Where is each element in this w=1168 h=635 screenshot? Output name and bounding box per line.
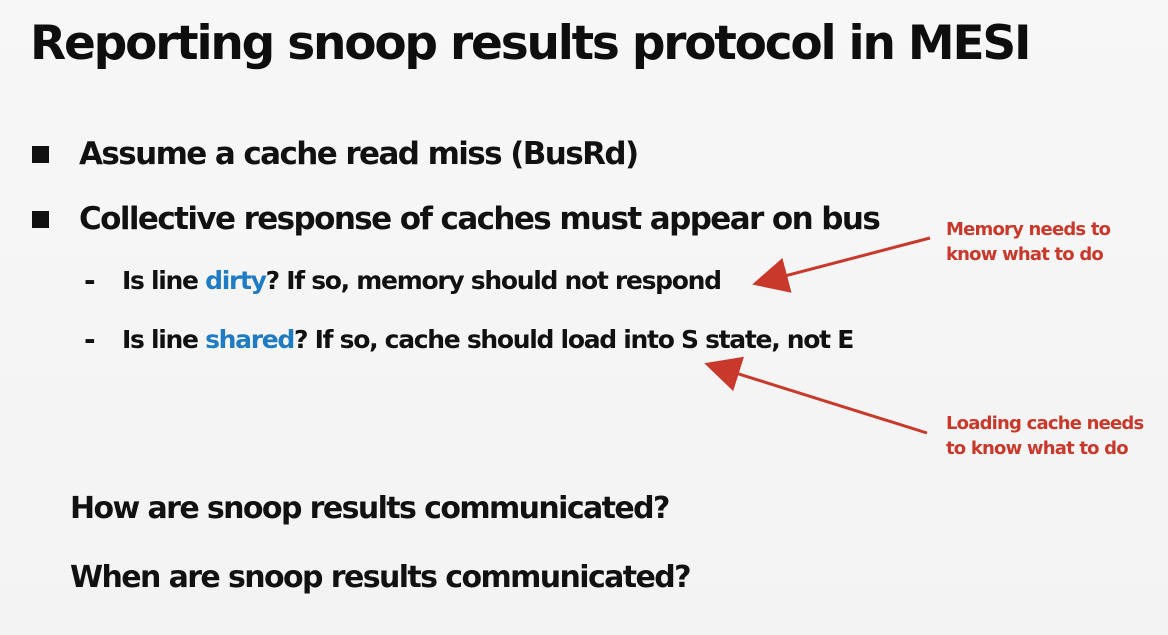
- bullet-2-text: Collective response of caches must appea…: [79, 201, 881, 237]
- subbullet-2-text: Is line shared? If so, cache should load…: [122, 325, 854, 355]
- annotation-loading-cache-line-2: to know what to do: [946, 437, 1129, 459]
- subbullet-1-text: Is line dirty? If so, memory should not …: [122, 266, 722, 296]
- annotation-memory-line-1: Memory needs to: [946, 219, 1111, 240]
- annotation-arrows: [704, 236, 931, 435]
- annotation-loading-cache-line-1: Loading cache needs: [946, 413, 1144, 434]
- bullet-square-icon: [32, 146, 49, 164]
- subbullet-2-suffix: ? If so, cache should load into S state,…: [294, 325, 854, 354]
- slide-title: Reporting snoop results protocol in MESI: [30, 16, 1031, 71]
- annotation-memory: Memory needs to know what to do: [946, 218, 1111, 268]
- subbullet-2-prefix: Is line: [122, 325, 206, 354]
- subbullet-2: - Is line shared? If so, cache should lo…: [84, 323, 854, 356]
- bullet-2: Collective response of caches must appea…: [32, 201, 881, 238]
- dash-icon: -: [84, 264, 96, 297]
- bullet-1: Assume a cache read miss (BusRd): [32, 136, 639, 173]
- subbullet-1-prefix: Is line: [122, 266, 206, 295]
- dash-icon: -: [84, 323, 96, 356]
- arrow-to-state-line: [704, 356, 928, 435]
- annotation-loading-cache: Loading cache needs to know what to do: [946, 412, 1144, 462]
- subbullet-1-suffix: ? If so, memory should not respond: [265, 266, 722, 295]
- bullet-square-icon: [32, 211, 49, 229]
- annotation-memory-line-2: know what to do: [946, 243, 1104, 265]
- arrow-to-dirty-line: [752, 236, 931, 293]
- subbullet-1: - Is line dirty? If so, memory should no…: [84, 264, 722, 297]
- shared-keyword: shared: [205, 325, 295, 354]
- dirty-keyword: dirty: [205, 266, 267, 295]
- question-how: How are snoop results communicated?: [70, 491, 670, 526]
- question-when: When are snoop results communicated?: [70, 560, 692, 595]
- bullet-1-text: Assume a cache read miss (BusRd): [79, 136, 639, 172]
- slide: Reporting snoop results protocol in MESI…: [0, 0, 1168, 635]
